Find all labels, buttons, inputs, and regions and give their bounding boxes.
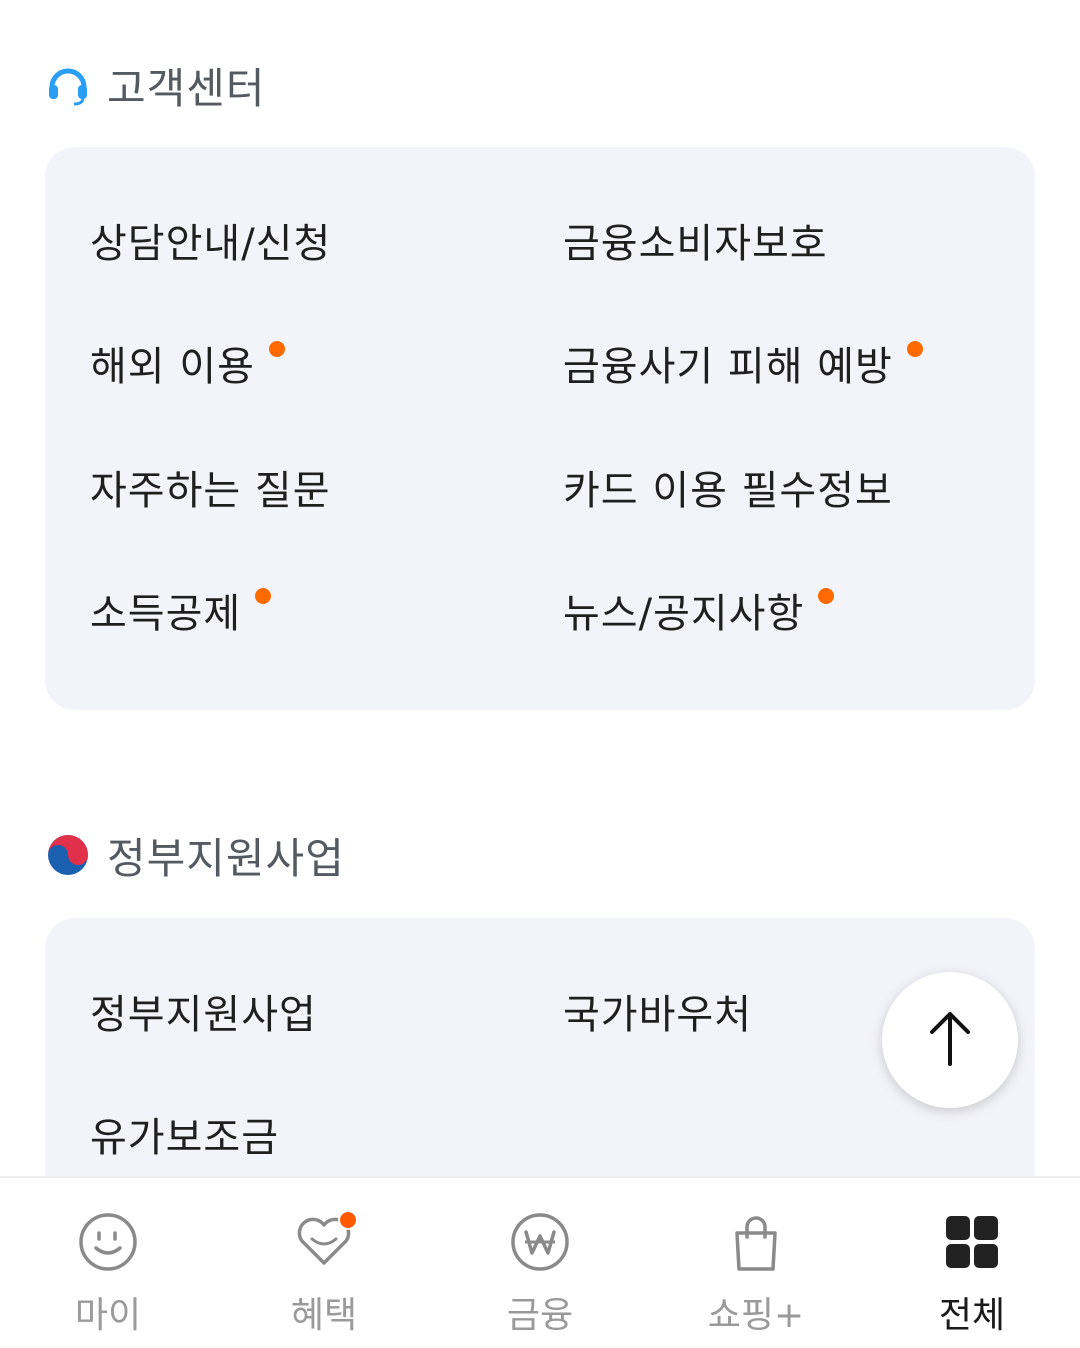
menu-item-gov-support[interactable]: 정부지원사업 bbox=[90, 981, 317, 1041]
bottom-navigation: 마이 혜택 금융 쇼핑+ 전체 bbox=[0, 1176, 1080, 1348]
menu-item-income-deduction[interactable]: 소득공제 bbox=[90, 580, 272, 640]
menu-item-fraud-prevention[interactable]: 금융사기 피해 예방 bbox=[563, 333, 923, 393]
gov-support-title: 정부지원사업 bbox=[107, 833, 345, 883]
menu-item-consultation[interactable]: 상담안내/신청 bbox=[90, 210, 331, 270]
menu-item-label: 금융사기 피해 예방 bbox=[563, 344, 893, 390]
arrow-up-icon bbox=[928, 1010, 972, 1070]
nav-shopping[interactable]: 쇼핑+ bbox=[648, 1178, 864, 1348]
menu-item-label: 국가바우처 bbox=[563, 992, 752, 1038]
menu-item-overseas-use[interactable]: 해외 이용 bbox=[90, 333, 285, 393]
menu-item-label: 자주하는 질문 bbox=[90, 468, 331, 514]
nav-label: 금융 bbox=[506, 1295, 574, 1336]
nav-my[interactable]: 마이 bbox=[0, 1178, 216, 1348]
menu-item-consumer-protection[interactable]: 금융소비자보호 bbox=[563, 210, 828, 270]
menu-item-label: 카드 이용 필수정보 bbox=[563, 468, 893, 514]
menu-item-faq[interactable]: 자주하는 질문 bbox=[90, 457, 331, 517]
nav-all[interactable]: 전체 bbox=[864, 1178, 1080, 1348]
shopping-bag-icon bbox=[724, 1210, 788, 1274]
menu-item-label: 소득공제 bbox=[90, 591, 242, 637]
scroll-to-top-button[interactable] bbox=[882, 972, 1018, 1108]
menu-item-fuel-subsidy[interactable]: 유가보조금 bbox=[90, 1104, 279, 1164]
new-dot-badge bbox=[818, 588, 835, 604]
nav-label: 전체 bbox=[938, 1295, 1006, 1336]
gov-support-card: 정부지원사업 국가바우처 유가보조금 bbox=[45, 918, 1035, 1218]
nav-label: 혜택 bbox=[290, 1295, 358, 1336]
menu-item-card-essentials[interactable]: 카드 이용 필수정보 bbox=[563, 457, 893, 517]
won-icon bbox=[508, 1210, 572, 1274]
grid-icon bbox=[940, 1210, 1004, 1274]
menu-item-label: 금융소비자보호 bbox=[563, 221, 828, 267]
customer-center-title: 고객센터 bbox=[107, 63, 266, 113]
nav-benefits[interactable]: 혜택 bbox=[216, 1178, 432, 1348]
smile-icon bbox=[76, 1210, 140, 1274]
notification-badge bbox=[338, 1210, 358, 1230]
menu-item-national-voucher[interactable]: 국가바우처 bbox=[563, 981, 752, 1041]
nav-label: 마이 bbox=[74, 1295, 142, 1336]
customer-center-card: 상담안내/신청 금융소비자보호 해외 이용 금융사기 피해 예방 자주하는 질문… bbox=[45, 147, 1035, 710]
headset-icon bbox=[45, 62, 91, 108]
new-dot-badge bbox=[268, 341, 285, 357]
taegeuk-icon bbox=[45, 832, 91, 878]
nav-finance[interactable]: 금융 bbox=[432, 1178, 648, 1348]
heart-icon bbox=[292, 1210, 358, 1274]
menu-item-label: 뉴스/공지사항 bbox=[563, 591, 805, 637]
nav-label: 쇼핑+ bbox=[707, 1295, 805, 1336]
menu-item-label: 상담안내/신청 bbox=[90, 221, 332, 267]
new-dot-badge bbox=[255, 588, 272, 604]
menu-item-label: 유가보조금 bbox=[90, 1115, 279, 1161]
menu-item-label: 해외 이용 bbox=[90, 344, 255, 390]
gov-support-header: 정부지원사업 bbox=[45, 825, 345, 885]
customer-center-header: 고객센터 bbox=[45, 55, 266, 115]
menu-item-news-notice[interactable]: 뉴스/공지사항 bbox=[563, 580, 835, 640]
menu-item-label: 정부지원사업 bbox=[90, 992, 317, 1038]
new-dot-badge bbox=[906, 341, 923, 357]
